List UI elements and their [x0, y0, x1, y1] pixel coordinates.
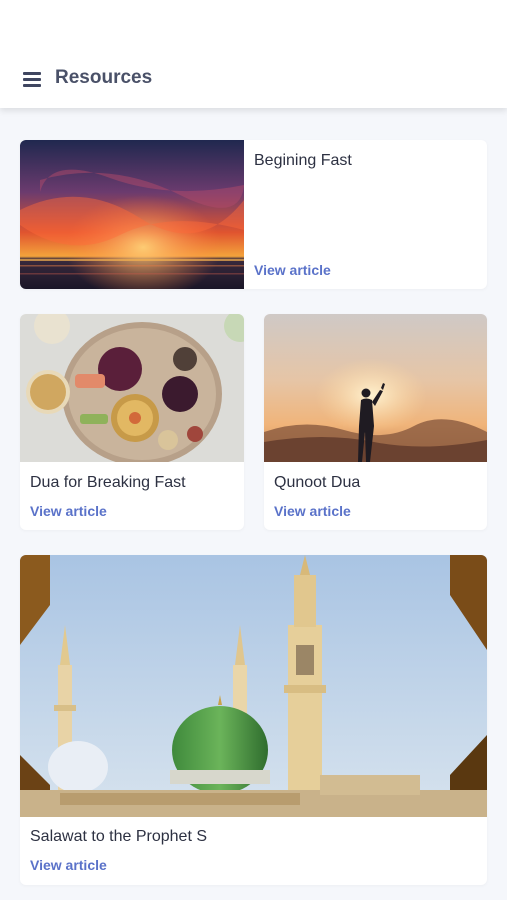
view-article-link[interactable]: View article	[274, 503, 351, 519]
food-platter-image	[20, 314, 244, 462]
card-title: Qunoot Dua	[274, 474, 361, 491]
article-card-begining-fast[interactable]: Begining Fast View article	[20, 140, 487, 289]
hamburger-menu-icon[interactable]	[23, 72, 43, 88]
article-card-salawat[interactable]: Salawat to the Prophet S View article	[20, 555, 487, 885]
article-card-dua-breaking-fast[interactable]: Dua for Breaking Fast View article	[20, 314, 244, 530]
article-card-qunoot-dua[interactable]: Qunoot Dua View article	[264, 314, 487, 530]
praying-silhouette-image	[264, 314, 487, 462]
view-article-link[interactable]: View article	[30, 857, 107, 873]
app-header: Resources	[0, 0, 507, 108]
view-article-link[interactable]: View article	[30, 503, 107, 519]
card-title: Begining Fast	[254, 152, 352, 169]
green-dome-mosque-image	[20, 555, 487, 817]
sunset-image	[20, 140, 244, 289]
card-title: Salawat to the Prophet S	[30, 828, 207, 845]
card-title: Dua for Breaking Fast	[30, 474, 186, 491]
view-article-link[interactable]: View article	[254, 262, 331, 278]
page-title: Resources	[55, 67, 153, 88]
